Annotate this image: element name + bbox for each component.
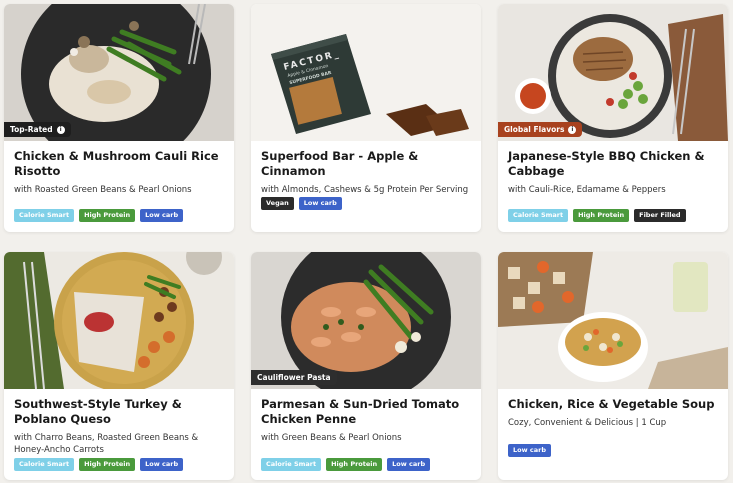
meal-card[interactable]: Chicken, Rice & Vegetable Soup Cozy, Con… — [498, 252, 728, 480]
meal-title: Superfood Bar - Apple & Cinnamon — [261, 149, 419, 178]
tag-low-carb: Low carb — [387, 458, 431, 471]
tag-fiber-filled: Fiber Filled — [634, 209, 686, 222]
tag-list: Low carb — [508, 444, 551, 457]
tag-low-carb: Low carb — [140, 458, 184, 471]
tag-calorie-smart: Calorie Smart — [508, 209, 569, 222]
meal-grid: Top-Rated i Chicken & Mushroom Cauli Ric… — [0, 0, 733, 483]
tag-low-carb: Low carb — [140, 209, 184, 222]
tag-high-protein: High Protein — [79, 458, 136, 471]
meal-subtitle: Cozy, Convenient & Delicious | 1 Cup — [508, 418, 667, 428]
tag-list: Calorie Smart High Protein Low carb — [14, 458, 184, 471]
meal-title: Chicken & Mushroom Cauli Rice Risotto — [14, 149, 219, 178]
tag-high-protein: High Protein — [573, 209, 630, 222]
global-flavors-badge: Global Flavors i — [498, 122, 583, 137]
meal-image: FACTOR_ Apple & Cinnamon SUPERFOOD BAR — [251, 4, 481, 141]
meal-card[interactable]: Top-Rated i Chicken & Mushroom Cauli Ric… — [4, 4, 234, 232]
meal-title: Japanese-Style BBQ Chicken & Cabbage — [508, 149, 705, 178]
tag-low-carb: Low carb — [508, 444, 551, 457]
tag-calorie-smart: Calorie Smart — [14, 209, 75, 222]
meal-image — [498, 252, 728, 389]
tag-list: Calorie Smart High Protein Low carb — [261, 458, 431, 471]
meal-title: Chicken, Rice & Vegetable Soup — [508, 397, 715, 411]
meal-image: Cauliflower Pasta — [251, 252, 481, 389]
meal-image: Top-Rated i — [4, 4, 234, 141]
tag-calorie-smart: Calorie Smart — [14, 458, 75, 471]
info-icon[interactable]: i — [568, 125, 577, 134]
meal-card[interactable]: FACTOR_ Apple & Cinnamon SUPERFOOD BAR S… — [251, 4, 481, 232]
meal-image: Global Flavors i — [498, 4, 728, 141]
meal-subtitle: with Cauli-Rice, Edamame & Peppers — [508, 185, 666, 195]
meal-subtitle: with Green Beans & Pearl Onions — [261, 433, 402, 443]
meal-subtitle: with Charro Beans, Roasted Green Beans &… — [14, 433, 199, 455]
tag-list: Calorie Smart High Protein Low carb — [14, 209, 184, 222]
meal-image — [4, 252, 234, 389]
meal-title: Southwest-Style Turkey & Poblano Queso — [14, 397, 182, 426]
meal-title: Parmesan & Sun-Dried Tomato Chicken Penn… — [261, 397, 460, 426]
tag-list: Calorie Smart High Protein Fiber Filled — [508, 209, 686, 222]
meal-card[interactable]: Cauliflower Pasta Parmesan & Sun-Dried T… — [251, 252, 481, 480]
tag-list: Vegan Low carb — [261, 197, 342, 210]
meal-card[interactable]: Southwest-Style Turkey & Poblano Queso w… — [4, 252, 234, 480]
tag-high-protein: High Protein — [326, 458, 383, 471]
tag-high-protein: High Protein — [79, 209, 136, 222]
tag-vegan: Vegan — [261, 197, 294, 210]
top-rated-badge: Top-Rated i — [4, 122, 71, 137]
cauliflower-pasta-badge: Cauliflower Pasta — [251, 370, 337, 385]
tag-calorie-smart: Calorie Smart — [261, 458, 322, 471]
meal-card[interactable]: Global Flavors i Japanese-Style BBQ Chic… — [498, 4, 728, 232]
tag-low-carb: Low carb — [298, 197, 342, 210]
info-icon[interactable]: i — [56, 125, 65, 134]
meal-subtitle: with Roasted Green Beans & Pearl Onions — [14, 185, 192, 195]
